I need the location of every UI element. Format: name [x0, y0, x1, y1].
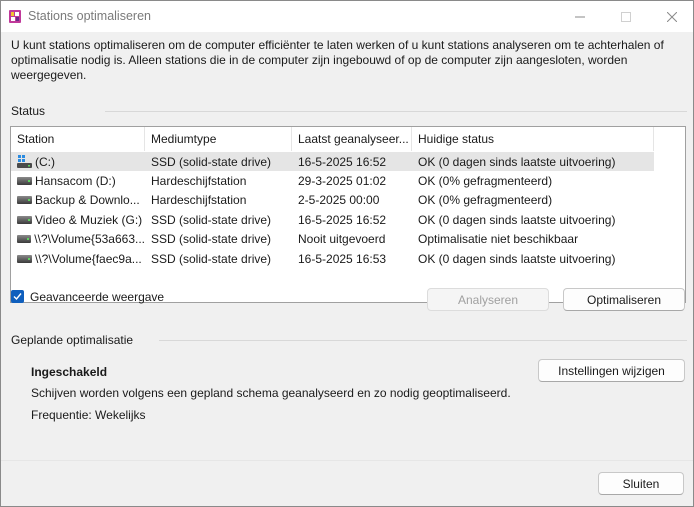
close-button[interactable]: Sluiten — [598, 472, 684, 495]
column-header-current-status[interactable]: Huidige status — [412, 127, 654, 151]
maximize-button[interactable] — [603, 1, 649, 32]
analyze-button[interactable]: Analyseren — [427, 288, 549, 311]
drive-icon — [17, 254, 32, 263]
current-status: Optimalisatie niet beschikbaar — [418, 232, 579, 247]
intro-text: U kunt stations optimaliseren om de comp… — [11, 38, 664, 82]
current-status: OK (0% gefragmenteerd) — [418, 193, 553, 208]
drive-icon — [17, 196, 32, 205]
optimize-drives-window: Stations optimaliseren U kunt stations o… — [0, 0, 694, 507]
window-title: Stations optimaliseren — [28, 9, 151, 23]
column-header-media-type[interactable]: Mediumtype — [145, 127, 292, 151]
station-name: Hansacom (D:) — [35, 174, 116, 189]
media-type: Hardeschijfstation — [151, 193, 247, 208]
last-analyzed: Nooit uitgevoerd — [298, 232, 386, 247]
last-analyzed: 29-3-2025 01:02 — [298, 174, 387, 189]
table-row[interactable]: Backup & Downlo... Hardeschijfstation 2-… — [11, 191, 685, 210]
station-name: \\?\Volume{53a663... — [34, 232, 145, 247]
schedule-state: Ingeschakeld — [31, 365, 108, 379]
drives-list[interactable]: Station Mediumtype Laatst geanalyseer...… — [10, 126, 686, 303]
table-row[interactable]: \\?\Volume{53a663... SSD (solid-state dr… — [11, 230, 685, 249]
scheduled-group-label: Geplande optimalisatie — [11, 333, 134, 347]
last-analyzed: 2-5-2025 00:00 — [298, 193, 380, 208]
change-settings-button[interactable]: Instellingen wijzigen — [538, 359, 685, 382]
station-name: Backup & Downlo... — [35, 193, 140, 208]
media-type: Hardeschijfstation — [151, 174, 247, 189]
table-row[interactable]: Hansacom (D:) Hardeschijfstation 29-3-20… — [11, 171, 685, 190]
schedule-frequency: Frequentie: Wekelijks — [31, 408, 146, 422]
checkmark-icon — [13, 293, 22, 301]
media-type: SSD (solid-state drive) — [151, 212, 272, 227]
station-name: Video & Muziek (G:) — [35, 212, 143, 227]
scheduled-group-divider — [159, 340, 687, 341]
last-analyzed: 16-5-2025 16:52 — [298, 212, 387, 227]
current-status: OK (0% gefragmenteerd) — [418, 174, 553, 189]
drives-list-header: Station Mediumtype Laatst geanalyseer...… — [11, 127, 685, 151]
close-window-button[interactable] — [649, 1, 694, 32]
station-name: \\?\Volume{faec9a... — [35, 251, 142, 266]
status-group-divider — [105, 111, 687, 112]
media-type: SSD (solid-state drive) — [151, 251, 272, 266]
media-type: SSD (solid-state drive) — [151, 232, 272, 247]
optimize-button[interactable]: Optimaliseren — [563, 288, 685, 311]
station-name: (C:) — [35, 154, 55, 169]
defrag-app-icon — [9, 10, 21, 23]
current-status: OK (0 dagen sinds laatste uitvoering) — [418, 251, 616, 266]
last-analyzed: 16-5-2025 16:53 — [298, 251, 387, 266]
minimize-button[interactable] — [557, 1, 603, 32]
column-header-station[interactable]: Station — [11, 127, 145, 151]
media-type: SSD (solid-state drive) — [151, 154, 272, 169]
drive-icon — [17, 235, 32, 244]
drive-icon — [17, 177, 32, 186]
close-icon — [667, 11, 677, 22]
table-row[interactable]: Video & Muziek (G:) SSD (solid-state dri… — [11, 210, 685, 229]
dialog-body: U kunt stations optimaliseren om de comp… — [1, 32, 693, 460]
minimize-icon — [575, 16, 585, 17]
column-header-last-analyzed[interactable]: Laatst geanalyseer... — [292, 127, 412, 151]
current-status: OK (0 dagen sinds laatste uitvoering) — [418, 154, 616, 169]
title-bar[interactable]: Stations optimaliseren — [1, 1, 693, 32]
advanced-view-label[interactable]: Geavanceerde weergave — [30, 290, 164, 304]
table-row[interactable]: \\?\Volume{faec9a... SSD (solid-state dr… — [11, 249, 685, 268]
dialog-footer: Sluiten — [1, 460, 693, 506]
last-analyzed: 16-5-2025 16:52 — [298, 154, 387, 169]
windows-drive-icon — [17, 154, 32, 168]
current-status: OK (0 dagen sinds laatste uitvoering) — [418, 212, 616, 227]
drive-icon — [17, 215, 32, 224]
maximize-icon — [621, 11, 631, 22]
advanced-view-checkbox[interactable] — [11, 290, 24, 303]
status-group-label: Status — [11, 104, 46, 118]
drives-list-rows: (C:) SSD (solid-state drive) 16-5-2025 1… — [11, 152, 685, 268]
schedule-description: Schijven worden volgens een gepland sche… — [31, 386, 511, 400]
table-row[interactable]: (C:) SSD (solid-state drive) 16-5-2025 1… — [11, 152, 654, 172]
